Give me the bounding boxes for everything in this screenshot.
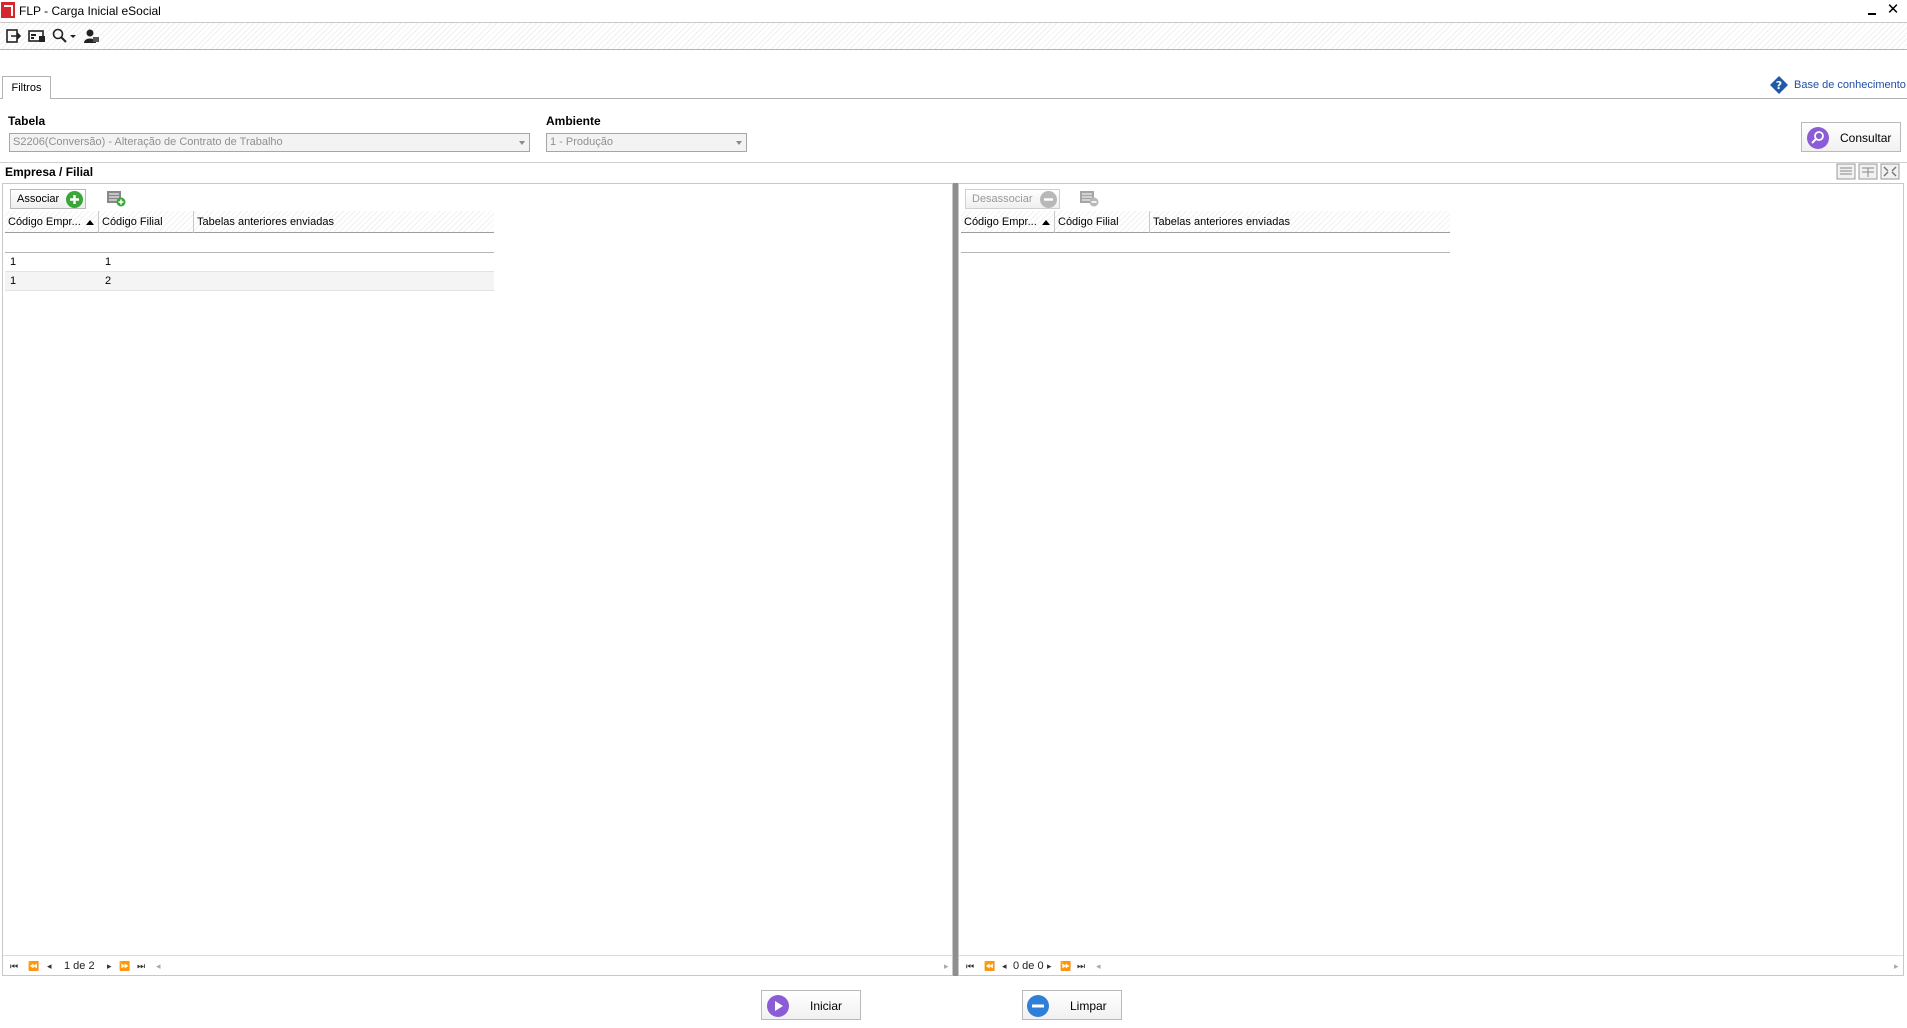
right-pager: ⏮ ⏪ ◂ 0 de 0 ▸ ⏩ ⏭ ◂ ▸ (964, 957, 1899, 975)
right-grid-header: Código Empr... Código Filial Tabelas ant… (961, 211, 1450, 233)
desassociar-label: Desassociar (972, 193, 1033, 205)
next-page-icon[interactable]: ▸ (1047, 957, 1052, 975)
tabela-label: Tabela (8, 114, 46, 128)
view-toggles (1836, 163, 1904, 180)
magnifier-icon (1807, 127, 1829, 149)
next-page-icon[interactable]: ▸ (107, 957, 112, 975)
right-panel: Desassociar Código Empr... Código Filial… (958, 183, 1904, 976)
remove-list-icon[interactable] (1079, 189, 1099, 207)
tabela-select[interactable]: S2206(Conversão) - Alteração de Contrato… (9, 133, 530, 152)
group-title: Empresa / Filial (5, 165, 94, 179)
table-row[interactable]: 1 2 (5, 272, 494, 291)
ambiente-label: Ambiente (546, 114, 601, 128)
consultar-label: Consultar (1840, 131, 1892, 145)
next-page-fast-icon[interactable]: ⏩ (119, 957, 130, 975)
cell-filial: 2 (105, 275, 112, 287)
scroll-right-icon[interactable]: ▸ (1894, 957, 1899, 975)
desassociar-button[interactable]: Desassociar (965, 189, 1060, 209)
column-header-tabelas[interactable]: Tabelas anteriores enviadas (1150, 211, 1450, 233)
pager-text: 1 de 2 (64, 960, 95, 972)
group-divider (0, 162, 1907, 163)
next-page-fast-icon[interactable]: ⏩ (1060, 957, 1071, 975)
last-page-icon[interactable]: ⏭ (137, 957, 145, 975)
scroll-left-icon[interactable]: ◂ (1096, 957, 1101, 975)
toolbar (0, 23, 1907, 50)
limpar-button[interactable]: Limpar (1022, 990, 1122, 1020)
search-icon[interactable] (51, 28, 77, 44)
help-book-icon: ? (1769, 75, 1789, 95)
column-header-empresa[interactable]: Código Empr... (5, 211, 99, 233)
sort-asc-icon (86, 220, 94, 225)
sort-asc-icon (1042, 220, 1050, 225)
ambiente-value: 1 - Produção (550, 136, 613, 148)
column-header-filial[interactable]: Código Filial (99, 211, 194, 233)
title-bar: FLP - Carga Inicial eSocial ✕ (0, 0, 1907, 23)
minus-icon (1040, 191, 1057, 208)
tabela-value: S2206(Conversão) - Alteração de Contrato… (13, 136, 283, 148)
ambiente-select[interactable]: 1 - Produção (546, 133, 747, 152)
limpar-label: Limpar (1070, 999, 1107, 1013)
associar-label: Associar (17, 193, 60, 205)
first-page-icon[interactable]: ⏮ (10, 957, 18, 975)
plus-icon (66, 191, 83, 208)
last-page-icon[interactable]: ⏭ (1077, 957, 1085, 975)
pager-text: 0 de 0 (1013, 960, 1044, 972)
minus-icon (1027, 995, 1049, 1017)
play-icon (767, 995, 789, 1017)
scroll-right-icon[interactable]: ▸ (944, 957, 949, 975)
card-icon[interactable] (28, 28, 46, 44)
prev-page-fast-icon[interactable]: ⏪ (984, 957, 995, 975)
grid-filter-line (961, 252, 1450, 253)
left-pager: ⏮ ⏪ ◂ 1 de 2 ▸ ⏩ ⏭ ◂ ▸ (8, 957, 949, 975)
cell-empresa: 1 (10, 275, 17, 287)
iniciar-button[interactable]: Iniciar (761, 990, 861, 1020)
tab-underline (0, 98, 1907, 99)
chevron-down-icon (519, 141, 525, 145)
chevron-down-icon (736, 141, 742, 145)
add-list-icon[interactable] (106, 189, 126, 207)
prev-page-icon[interactable]: ◂ (1002, 957, 1007, 975)
table-row[interactable]: 1 1 (5, 253, 494, 272)
pager-divider (959, 955, 1903, 956)
tab-filtros[interactable]: Filtros (2, 76, 51, 99)
prev-page-fast-icon[interactable]: ⏪ (28, 957, 39, 975)
knowledge-base-label: Base de conhecimento (1794, 79, 1906, 91)
left-panel: Associar Código Empr... Código Filial Ta… (2, 183, 953, 976)
scroll-left-icon[interactable]: ◂ (156, 957, 161, 975)
user-icon[interactable] (82, 28, 100, 44)
pager-divider (3, 955, 952, 956)
first-page-icon[interactable]: ⏮ (966, 957, 974, 975)
window-title: FLP - Carga Inicial eSocial (19, 4, 161, 18)
associar-button[interactable]: Associar (10, 189, 86, 209)
minimize-button[interactable] (1864, 3, 1880, 19)
iniciar-label: Iniciar (810, 999, 843, 1013)
cell-empresa: 1 (10, 256, 17, 268)
column-header-filial[interactable]: Código Filial (1055, 211, 1150, 233)
app-logo-icon (1, 2, 15, 18)
knowledge-base-link[interactable]: ? Base de conhecimento (1769, 75, 1906, 95)
column-header-tabelas[interactable]: Tabelas anteriores enviadas (194, 211, 494, 233)
exit-icon[interactable] (5, 28, 23, 44)
left-grid-header: Código Empr... Código Filial Tabelas ant… (5, 211, 494, 233)
svg-text:?: ? (1776, 79, 1782, 92)
prev-page-icon[interactable]: ◂ (47, 957, 52, 975)
cell-filial: 1 (105, 256, 112, 268)
consultar-button[interactable]: Consultar (1801, 122, 1901, 152)
column-header-empresa[interactable]: Código Empr... (961, 211, 1055, 233)
close-button[interactable]: ✕ (1885, 2, 1901, 18)
